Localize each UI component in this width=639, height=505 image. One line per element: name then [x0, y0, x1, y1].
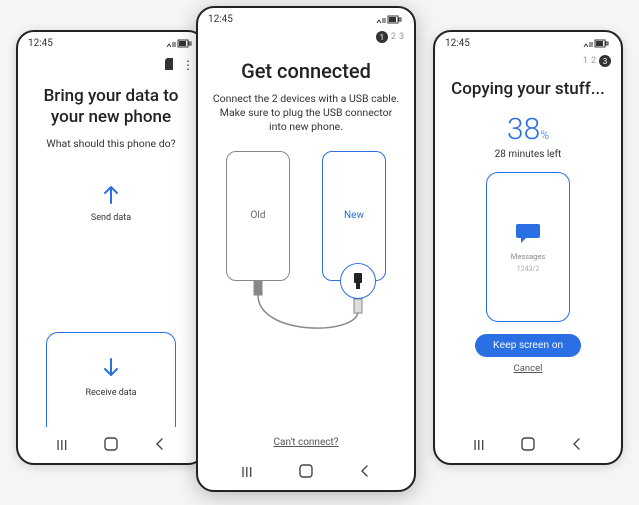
nav-recent-icon[interactable]: III [241, 465, 252, 481]
page-subtitle: What should this phone do? [18, 135, 204, 153]
usb-cable-icon [198, 151, 416, 351]
sd-card-icon [164, 55, 174, 74]
time-remaining: 28 minutes left [435, 149, 621, 160]
connection-illustration: Old New [198, 151, 414, 351]
receive-label: Receive data [85, 388, 136, 398]
more-icon[interactable]: ⋮ [182, 59, 194, 71]
status-bar: 12:45 [18, 32, 204, 51]
status-bar: 12:45 [198, 8, 414, 27]
phone-screen-2: 12:45 1 2 3 Get connected Connect the 2 … [196, 6, 416, 492]
nav-bar: III [198, 460, 414, 486]
nav-back-icon[interactable] [571, 438, 583, 454]
arrow-down-icon [100, 357, 122, 383]
item-count: 1243/2 [517, 265, 540, 273]
nav-recent-icon[interactable]: III [473, 438, 484, 454]
receive-data-option[interactable]: Receive data [46, 332, 176, 427]
nav-home-icon[interactable] [521, 437, 535, 455]
status-icons [166, 39, 194, 49]
nav-back-icon[interactable] [359, 465, 371, 481]
progress-percent: 38% [435, 112, 621, 147]
status-time: 12:45 [208, 14, 233, 25]
nav-recent-icon[interactable]: III [56, 438, 67, 454]
page-subtitle: Connect the 2 devices with a USB cable. … [198, 90, 414, 137]
usb-connector-icon [340, 263, 376, 299]
arrow-up-icon [100, 183, 122, 209]
status-icons [583, 39, 611, 49]
status-time: 12:45 [28, 38, 53, 49]
messages-icon [515, 222, 541, 248]
cancel-link[interactable]: Cancel [435, 363, 621, 374]
nav-back-icon[interactable] [154, 438, 166, 454]
status-icons [376, 15, 404, 25]
page-title: Get connected [198, 47, 414, 90]
nav-home-icon[interactable] [299, 464, 313, 482]
step-indicator: 1 2 3 [376, 31, 404, 43]
cant-connect-link[interactable]: Can't connect? [198, 437, 414, 448]
status-bar: 12:45 [435, 32, 621, 51]
nav-bar: III [18, 433, 204, 459]
send-label: Send data [91, 213, 131, 223]
keep-screen-on-button[interactable]: Keep screen on [475, 334, 581, 357]
step-indicator: 1 2 3 [583, 55, 611, 67]
send-data-option[interactable]: Send data [18, 177, 204, 229]
nav-home-icon[interactable] [104, 437, 118, 455]
nav-bar: III [435, 433, 621, 459]
page-title: Copying your stuff... [435, 71, 621, 106]
status-time: 12:45 [445, 38, 470, 49]
item-label: Messages [511, 252, 545, 261]
phone-screen-1: 12:45 ⋮ Bring your data to your new phon… [16, 30, 206, 465]
page-title: Bring your data to your new phone [18, 78, 204, 135]
phone-screen-3: 12:45 1 2 3 Copying your stuff... 38% 28… [433, 30, 623, 465]
copy-progress-device: Messages 1243/2 [486, 172, 570, 322]
